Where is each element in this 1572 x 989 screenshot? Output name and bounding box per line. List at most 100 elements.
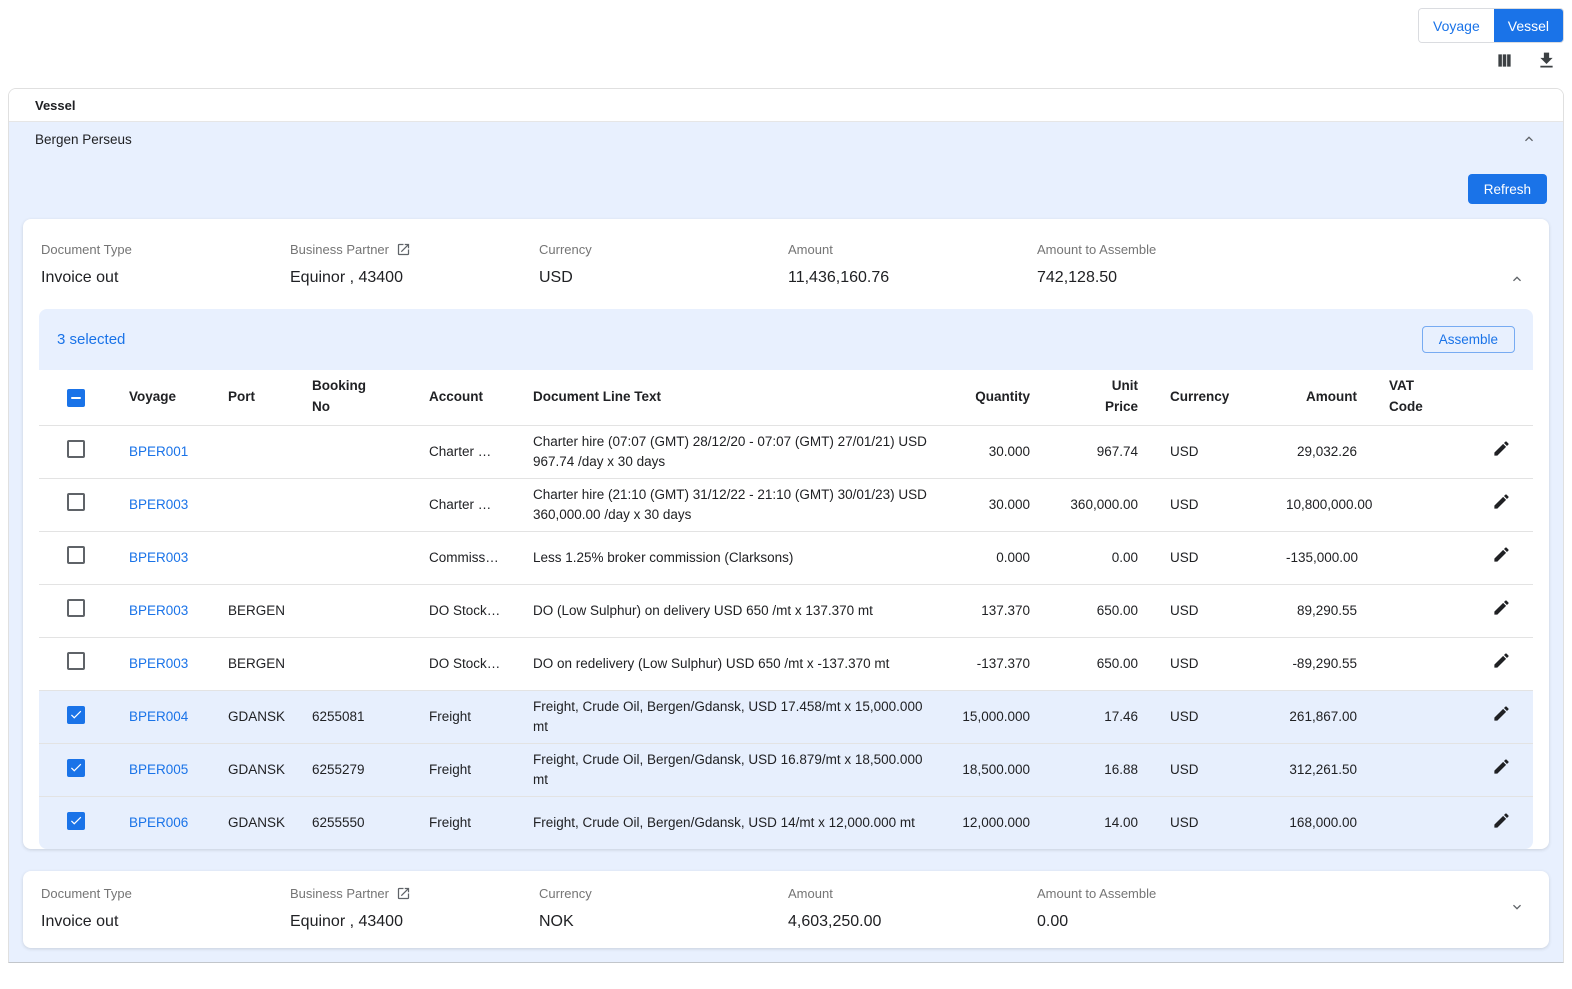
port-cell: BERGEN (212, 584, 296, 637)
open-in-new-icon[interactable] (396, 886, 411, 901)
col-vat-code: VAT Code (1373, 370, 1470, 425)
port-cell (212, 425, 296, 478)
voyage-link[interactable]: BPER001 (129, 444, 188, 459)
voyage-link[interactable]: BPER003 (129, 550, 188, 565)
account-cell: Freight (413, 690, 517, 743)
vessel-group-header[interactable]: Bergen Perseus (9, 122, 1563, 156)
refresh-button[interactable]: Refresh (1468, 174, 1547, 204)
currency-cell: USD (1154, 425, 1270, 478)
document-field: Business Partner Equinor , 43400 (290, 886, 539, 931)
voyage-link[interactable]: BPER004 (129, 709, 188, 724)
quantity-cell: -137.370 (945, 637, 1046, 690)
table-row: BPER005GDANSK6255279FreightFreight, Crud… (39, 743, 1533, 796)
amount-cell: 261,867.00 (1270, 690, 1373, 743)
voyage-link[interactable]: BPER005 (129, 762, 188, 777)
edit-icon[interactable] (1492, 757, 1512, 777)
columns-icon[interactable] (1494, 50, 1515, 71)
row-checkbox[interactable] (67, 652, 85, 670)
quantity-cell: 0.000 (945, 531, 1046, 584)
vessel-group-body: Refresh Document TypeInvoice outBusiness… (9, 156, 1563, 962)
account-cell: Freight (413, 796, 517, 849)
field-label: Amount to Assemble (1037, 242, 1286, 257)
vessel-name: Bergen Perseus (35, 132, 132, 147)
select-all-checkbox[interactable] (67, 389, 85, 407)
amount-cell: 29,032.26 (1270, 425, 1373, 478)
amount-cell: -89,290.55 (1270, 637, 1373, 690)
field-label: Business Partner (290, 886, 539, 901)
booking-no-cell (296, 425, 413, 478)
table-row: BPER003CommissionLess 1.25% broker commi… (39, 531, 1533, 584)
row-checkbox[interactable] (67, 706, 85, 724)
expand-group-icon[interactable] (1509, 899, 1525, 915)
document-field: Document TypeInvoice out (41, 886, 290, 931)
document-line-text-cell: DO on redelivery (Low Sulphur) USD 650 /… (517, 637, 945, 690)
vat-code-cell (1373, 425, 1470, 478)
voyage-link[interactable]: BPER003 (129, 497, 188, 512)
edit-icon[interactable] (1492, 651, 1512, 671)
voyage-link[interactable]: BPER003 (129, 656, 188, 671)
field-value: USD (539, 269, 788, 287)
chevron-up-icon[interactable] (1521, 131, 1537, 147)
voyage-link[interactable]: BPER006 (129, 815, 188, 830)
booking-no-cell (296, 637, 413, 690)
table-row: BPER001Charter HireCharter hire (07:07 (… (39, 425, 1533, 478)
unit-price-cell: 650.00 (1046, 584, 1154, 637)
currency-cell: USD (1154, 584, 1270, 637)
document-field: CurrencyUSD (539, 242, 788, 287)
open-in-new-icon[interactable] (396, 242, 411, 257)
edit-icon[interactable] (1492, 598, 1512, 618)
row-checkbox[interactable] (67, 759, 85, 777)
edit-icon[interactable] (1492, 704, 1512, 724)
booking-no-cell: 6255550 (296, 796, 413, 849)
table-toolbar (1494, 50, 1557, 71)
document-summary: Document TypeInvoice outBusiness Partner… (23, 871, 1549, 948)
unit-price-cell: 0.00 (1046, 531, 1154, 584)
row-checkbox[interactable] (67, 599, 85, 617)
table-row: BPER003BERGENDO Stock (L...DO on redeliv… (39, 637, 1533, 690)
currency-cell: USD (1154, 637, 1270, 690)
invoice-group-card-nok: Document TypeInvoice outBusiness Partner… (23, 871, 1549, 948)
voyage-toggle-button[interactable]: Voyage (1419, 9, 1494, 42)
col-quantity: Quantity (945, 370, 1046, 425)
edit-icon[interactable] (1492, 811, 1512, 831)
field-value: 0.00 (1037, 913, 1286, 931)
row-checkbox[interactable] (67, 440, 85, 458)
field-value: Invoice out (41, 913, 290, 931)
field-label: Business Partner (290, 242, 539, 257)
row-checkbox[interactable] (67, 493, 85, 511)
port-cell: GDANSK (212, 796, 296, 849)
row-checkbox[interactable] (67, 812, 85, 830)
table-header-row: Voyage Port Booking No Account Document … (39, 370, 1533, 425)
vat-code-cell (1373, 637, 1470, 690)
document-line-text-cell: Freight, Crude Oil, Bergen/Gdansk, USD 1… (517, 743, 945, 796)
table-row: BPER003BERGENDO Stock (L...DO (Low Sulph… (39, 584, 1533, 637)
unit-price-cell: 17.46 (1046, 690, 1154, 743)
line-items-panel: 3 selected Assemble (39, 309, 1533, 849)
quantity-cell: 30.000 (945, 478, 1046, 531)
voyage-link[interactable]: BPER003 (129, 603, 188, 618)
collapse-group-icon[interactable] (1509, 271, 1525, 287)
vessel-toggle-button[interactable]: Vessel (1494, 9, 1563, 42)
booking-no-cell: 6255081 (296, 690, 413, 743)
edit-icon[interactable] (1492, 492, 1512, 512)
unit-price-cell: 650.00 (1046, 637, 1154, 690)
vat-code-cell (1373, 584, 1470, 637)
amount-cell: 312,261.50 (1270, 743, 1373, 796)
account-cell: DO Stock (L... (413, 637, 517, 690)
document-field: Amount11,436,160.76 (788, 242, 1037, 287)
field-value: 742,128.50 (1037, 269, 1286, 287)
download-icon[interactable] (1536, 50, 1557, 71)
edit-icon[interactable] (1492, 439, 1512, 459)
assemble-button[interactable]: Assemble (1422, 326, 1515, 353)
field-value: NOK (539, 913, 788, 931)
document-field: Amount to Assemble0.00 (1037, 886, 1286, 931)
col-document-line-text: Document Line Text (517, 370, 945, 425)
field-label: Amount (788, 242, 1037, 257)
field-value: Invoice out (41, 269, 290, 287)
edit-icon[interactable] (1492, 545, 1512, 565)
field-label: Currency (539, 886, 788, 901)
field-value: Equinor , 43400 (290, 913, 539, 931)
col-booking-no: Booking No (296, 370, 413, 425)
field-label: Amount (788, 886, 1037, 901)
row-checkbox[interactable] (67, 546, 85, 564)
